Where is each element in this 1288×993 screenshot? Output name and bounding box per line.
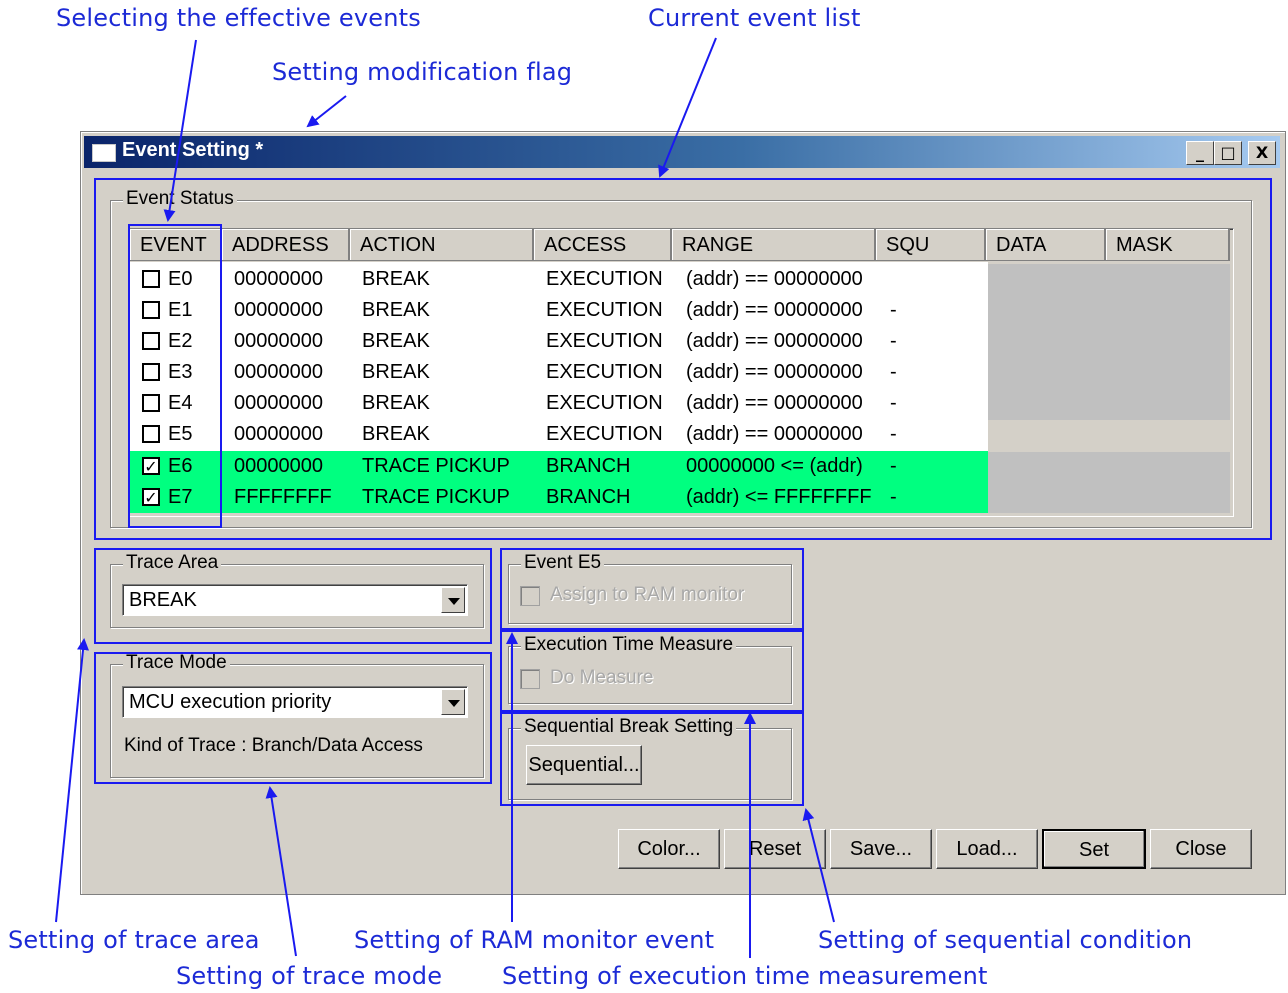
annotation-arrows (55, 37, 835, 958)
arrow-trace-mode (265, 786, 297, 957)
arrow-sequential (802, 808, 835, 923)
arrow-current-event-list (658, 37, 717, 178)
arrow-effective-events (163, 39, 197, 222)
arrow-trace-area (55, 638, 89, 923)
arrow-modification-flag (306, 95, 347, 128)
